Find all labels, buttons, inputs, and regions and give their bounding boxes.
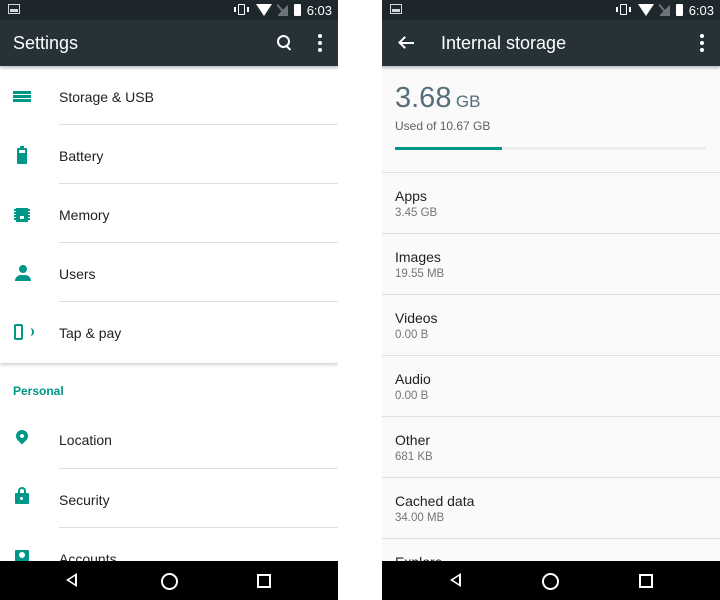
settings-item-users[interactable]: Users xyxy=(0,243,338,302)
vibrate-icon xyxy=(233,4,250,16)
arrow-back-icon xyxy=(398,36,414,50)
settings-item-battery[interactable]: Battery xyxy=(0,125,338,184)
storage-icon xyxy=(13,88,33,108)
storage-item-label: Other xyxy=(395,432,431,448)
storage-item-cached-data[interactable]: Cached data 34.00 MB xyxy=(382,478,720,539)
page-title: Settings xyxy=(13,33,79,53)
section-header-personal: Personal xyxy=(13,384,64,398)
storage-progress-fill xyxy=(395,147,503,150)
used-of-total: Used of 10.67 GB xyxy=(395,119,491,133)
settings-item-storage[interactable]: Storage & USB xyxy=(0,66,338,125)
settings-item-tap-pay[interactable]: Tap & pay xyxy=(0,302,338,361)
status-bar: 6:03 xyxy=(382,0,720,20)
memory-icon xyxy=(13,206,33,226)
storage-item-size: 0.00 B xyxy=(395,390,429,402)
vibrate-icon xyxy=(615,4,632,16)
storage-item-size: 34.00 MB xyxy=(395,512,445,524)
back-button[interactable] xyxy=(394,31,418,55)
storage-item-other[interactable]: Other 681 KB xyxy=(382,417,720,478)
image-notification-icon xyxy=(8,4,20,14)
lock-icon xyxy=(13,487,33,507)
settings-item-label: Storage & USB xyxy=(59,89,154,105)
status-time: 6:03 xyxy=(688,2,714,18)
storage-item-label: Videos xyxy=(395,310,438,326)
battery-status-icon xyxy=(675,4,683,16)
nav-recents-button[interactable] xyxy=(257,574,271,588)
storage-item-apps[interactable]: Apps 3.45 GB xyxy=(382,173,720,234)
storage-item-size: 3.45 GB xyxy=(395,207,438,219)
overflow-menu-button[interactable] xyxy=(308,31,332,55)
settings-item-location[interactable]: Location xyxy=(0,410,338,469)
more-vert-icon xyxy=(318,34,322,52)
nav-home-button[interactable] xyxy=(161,573,178,590)
nav-back-button[interactable] xyxy=(66,573,77,587)
wifi-icon xyxy=(637,4,654,16)
battery-status-icon xyxy=(293,4,301,16)
storage-item-label: Apps xyxy=(395,188,427,204)
settings-item-label: Tap & pay xyxy=(59,325,122,341)
nav-recents-button[interactable] xyxy=(639,574,653,588)
used-amount-value: 3.68 xyxy=(395,82,452,114)
settings-item-label: Location xyxy=(59,432,112,448)
battery-icon xyxy=(13,146,33,167)
app-bar: Internal storage xyxy=(382,20,720,66)
more-vert-icon xyxy=(700,34,704,52)
no-signal-icon xyxy=(277,4,288,16)
search-icon xyxy=(277,35,293,51)
navigation-bar xyxy=(0,561,338,600)
settings-item-security[interactable]: Security xyxy=(0,469,338,528)
page-title: Internal storage xyxy=(441,33,567,53)
location-icon xyxy=(13,427,33,450)
storage-item-size: 19.55 MB xyxy=(395,268,445,280)
app-bar: Settings xyxy=(0,20,338,66)
status-bar: 6:03 xyxy=(0,0,338,20)
used-storage-amount: 3.68 GB xyxy=(395,82,480,115)
search-button[interactable] xyxy=(273,31,297,55)
person-icon xyxy=(13,265,33,285)
storage-item-videos[interactable]: Videos 0.00 B xyxy=(382,295,720,356)
settings-item-label: Security xyxy=(59,492,110,508)
navigation-bar xyxy=(382,561,720,600)
storage-item-size: 681 KB xyxy=(395,451,433,463)
settings-item-memory[interactable]: Memory xyxy=(0,184,338,243)
status-time: 6:03 xyxy=(306,2,332,18)
no-signal-icon xyxy=(659,4,670,16)
tap-pay-icon xyxy=(13,324,34,344)
storage-item-label: Images xyxy=(395,249,441,265)
wifi-icon xyxy=(255,4,272,16)
storage-item-audio[interactable]: Audio 0.00 B xyxy=(382,356,720,417)
storage-item-size: 0.00 B xyxy=(395,329,429,341)
settings-screen: 6:03 Settings Storage & USB Battery Memo… xyxy=(0,0,338,600)
storage-summary: 3.68 GB Used of 10.67 GB xyxy=(382,66,720,172)
nav-back-button[interactable] xyxy=(450,573,461,587)
overflow-menu-button[interactable] xyxy=(690,31,714,55)
storage-item-label: Audio xyxy=(395,371,431,387)
settings-item-label: Battery xyxy=(59,148,104,164)
internal-storage-screen: 6:03 Internal storage 3.68 GB Used of 10… xyxy=(382,0,720,600)
settings-item-label: Users xyxy=(59,266,96,282)
image-notification-icon xyxy=(390,4,402,14)
device-settings-list: Storage & USB Battery Memory Users Tap &… xyxy=(0,66,338,363)
nav-home-button[interactable] xyxy=(542,573,559,590)
storage-item-images[interactable]: Images 19.55 MB xyxy=(382,234,720,295)
used-amount-unit: GB xyxy=(455,92,481,111)
settings-item-label: Memory xyxy=(59,207,110,223)
storage-progress-bar xyxy=(395,147,706,150)
storage-item-label: Cached data xyxy=(395,493,475,509)
